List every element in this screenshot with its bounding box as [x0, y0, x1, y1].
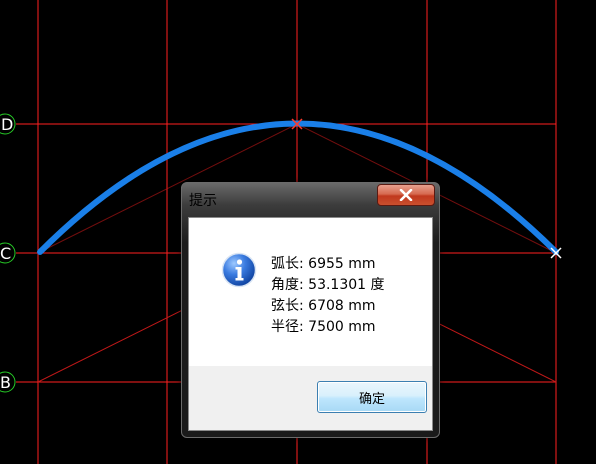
message-dialog: 提示 弧长: 6955 mm 角度: 53.1301 度 弦长: 6708 mm…: [181, 182, 440, 438]
ok-button[interactable]: 确定: [317, 381, 427, 413]
dialog-content: 弧长: 6955 mm 角度: 53.1301 度 弦长: 6708 mm 半径…: [188, 217, 433, 431]
message-line-arc-length: 弧长: 6955 mm: [271, 256, 376, 272]
axis-label-b: B: [0, 373, 11, 392]
close-icon: [399, 189, 413, 201]
axis-bubble-b: B: [0, 371, 16, 393]
axis-bubble-c: C: [0, 242, 16, 264]
message-line-angle: 角度: 53.1301 度: [271, 277, 385, 293]
dialog-title: 提示: [189, 193, 217, 209]
axis-label-d: D: [1, 115, 13, 134]
close-button[interactable]: [377, 184, 435, 206]
axis-label-c: C: [0, 244, 11, 263]
message-line-chord-length: 弦长: 6708 mm: [271, 298, 376, 314]
dialog-message: 弧长: 6955 mm 角度: 53.1301 度 弦长: 6708 mm 半径…: [271, 254, 385, 338]
message-line-radius: 半径: 7500 mm: [271, 319, 376, 335]
info-icon: [221, 252, 257, 288]
axis-bubble-d: D: [0, 113, 16, 135]
